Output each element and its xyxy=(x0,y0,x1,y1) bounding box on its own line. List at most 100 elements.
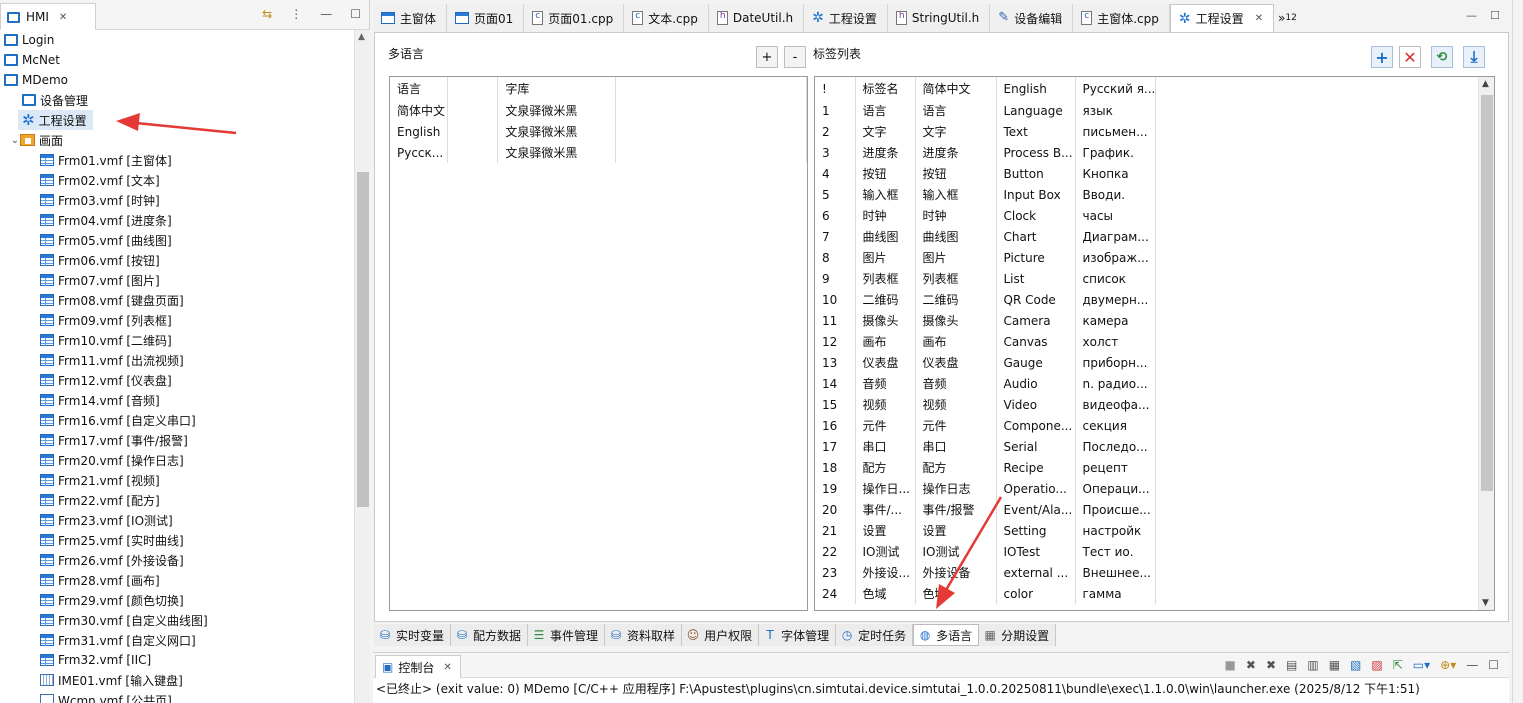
tree-item[interactable]: ⌄ 画面 xyxy=(0,130,63,150)
table-cell[interactable] xyxy=(615,121,807,142)
tree-item[interactable]: McNet xyxy=(0,50,60,70)
table-cell[interactable]: 9 xyxy=(815,268,856,289)
table-cell[interactable]: 按钮 xyxy=(915,163,997,184)
table-row[interactable]: 3 进度条 进度条 Process B... График. xyxy=(815,142,1483,163)
table-cell[interactable]: 外接设备 xyxy=(915,562,997,583)
maximize-icon[interactable]: ☐ xyxy=(1490,9,1500,22)
tree-item[interactable]: Frm07.vmf [图片] xyxy=(0,270,160,290)
bottom-tab[interactable]: ⛁ 资料取样 xyxy=(605,624,683,646)
tree-item[interactable]: Frm03.vmf [时钟] xyxy=(0,190,160,210)
table-cell[interactable]: настройк xyxy=(1075,520,1157,541)
table-row[interactable]: 16 元件 元件 Compone... секция xyxy=(815,415,1483,436)
table-cell[interactable]: 14 xyxy=(815,373,856,394)
tree-item[interactable]: Frm26.vmf [外接设备] xyxy=(0,550,184,570)
table-cell[interactable]: 列表框 xyxy=(855,268,916,289)
table-cell[interactable]: 元件 xyxy=(915,415,997,436)
table-cell[interactable] xyxy=(1155,373,1483,394)
table-cell[interactable]: IO测试 xyxy=(855,541,916,562)
editor-tab[interactable]: ✲ 工程设置 xyxy=(804,4,888,32)
table-cell[interactable]: Тест ио. xyxy=(1075,541,1157,562)
tree-item[interactable]: Frm11.vmf [出流视频] xyxy=(0,350,184,370)
table-cell[interactable]: Внешнее... xyxy=(1075,562,1157,583)
table-cell[interactable]: 设置 xyxy=(855,520,916,541)
table-cell[interactable] xyxy=(447,142,499,163)
table-row[interactable]: 23 外接设... 外接设备 external ... Внешнее... xyxy=(815,562,1483,583)
tree-item[interactable]: Frm04.vmf [进度条] xyxy=(0,210,172,230)
table-cell[interactable]: 文泉驿微米黑 xyxy=(497,142,617,163)
table-cell[interactable]: 操作日... xyxy=(855,478,916,499)
table-cell[interactable]: 文字 xyxy=(915,121,997,142)
table-cell[interactable]: Canvas xyxy=(996,331,1076,352)
table-cell[interactable]: 音频 xyxy=(915,373,997,394)
table-cell[interactable]: 6 xyxy=(815,205,856,226)
table-row[interactable]: 6 时钟 时钟 Clock часы xyxy=(815,205,1483,226)
table-row[interactable]: 13 仪表盘 仪表盘 Gauge приборн... xyxy=(815,352,1483,373)
table-cell[interactable]: Кнопка xyxy=(1075,163,1157,184)
table-cell[interactable]: 设置 xyxy=(915,520,997,541)
tree-item[interactable]: ✲ 工程设置 xyxy=(18,110,93,130)
tree-scrollbar[interactable]: ▲ xyxy=(354,30,370,703)
bottom-tab[interactable]: ◷ 定时任务 xyxy=(836,624,914,646)
table-row[interactable]: 5 输入框 输入框 Input Box Вводи. xyxy=(815,184,1483,205)
table-cell[interactable]: 20 xyxy=(815,499,856,520)
tree-item[interactable]: Frm32.vmf [IIC] xyxy=(0,650,151,670)
table-cell[interactable]: 15 xyxy=(815,394,856,415)
table-cell[interactable] xyxy=(1155,541,1483,562)
tree-item[interactable]: Frm09.vmf [列表框] xyxy=(0,310,172,330)
table-cell[interactable]: Serial xyxy=(996,436,1076,457)
table-cell[interactable]: 3 xyxy=(815,142,856,163)
minimize-icon[interactable]: — xyxy=(320,7,332,21)
remove-language-button[interactable]: - xyxy=(784,46,806,68)
tab-console[interactable]: ▣ 控制台 ✕ xyxy=(375,655,461,678)
table-cell[interactable]: 语言 xyxy=(855,100,916,121)
table-cell[interactable]: 色域 xyxy=(855,583,916,604)
show-on-error-icon[interactable]: ▨ xyxy=(1371,658,1382,672)
scroll-lock-icon[interactable]: ▥ xyxy=(1307,658,1318,672)
table-cell[interactable]: Picture xyxy=(996,247,1076,268)
table-cell[interactable]: Chart xyxy=(996,226,1076,247)
clear-console-icon[interactable]: ▤ xyxy=(1286,658,1297,672)
editor-tab[interactable]: 页面01.cpp xyxy=(524,4,625,32)
pin-console-icon[interactable]: ⇱ xyxy=(1393,658,1403,672)
table-row[interactable]: 19 操作日... 操作日志 Operatio... Операци... xyxy=(815,478,1483,499)
table-cell[interactable]: Language xyxy=(996,100,1076,121)
scroll-up-icon[interactable]: ▲ xyxy=(358,32,365,42)
table-cell[interactable]: холст xyxy=(1075,331,1157,352)
table-cell[interactable]: 简体中文 xyxy=(390,100,449,121)
tree-item[interactable]: Wcmn.vmf [公共页] xyxy=(0,690,172,703)
table-cell[interactable]: 进度条 xyxy=(915,142,997,163)
tree-item[interactable]: Frm12.vmf [仪表盘] xyxy=(0,370,172,390)
minimize-icon[interactable]: — xyxy=(1466,9,1477,22)
table-cell[interactable]: 外接设... xyxy=(855,562,916,583)
add-label-button[interactable]: + xyxy=(1371,46,1393,68)
table-cell[interactable]: 音频 xyxy=(855,373,916,394)
table-cell[interactable] xyxy=(1155,268,1483,289)
table-cell[interactable]: 文字 xyxy=(855,121,916,142)
table-cell[interactable]: 图片 xyxy=(855,247,916,268)
table-cell[interactable]: 曲线图 xyxy=(855,226,916,247)
table-row[interactable]: 24 色域 色域 color гамма xyxy=(815,583,1483,604)
tree-item[interactable]: Frm01.vmf [主窗体] xyxy=(0,150,172,170)
table-cell[interactable] xyxy=(1155,184,1483,205)
close-icon[interactable]: ✕ xyxy=(1255,13,1263,24)
maximize-icon[interactable]: ☐ xyxy=(350,7,361,21)
table-cell[interactable]: Вводи. xyxy=(1075,184,1157,205)
table-row[interactable]: 21 设置 设置 Setting настройк xyxy=(815,520,1483,541)
table-cell[interactable]: 曲线图 xyxy=(915,226,997,247)
table-cell[interactable]: QR Code xyxy=(996,289,1076,310)
table-row[interactable]: 10 二维码 二维码 QR Code двумерн... xyxy=(815,289,1483,310)
table-cell[interactable]: Process B... xyxy=(996,142,1076,163)
bottom-tab[interactable]: ☰ 事件管理 xyxy=(528,624,606,646)
tree-item[interactable]: Frm21.vmf [视频] xyxy=(0,470,160,490)
table-cell[interactable] xyxy=(1155,457,1483,478)
table-cell[interactable]: 按钮 xyxy=(855,163,916,184)
table-row[interactable]: 2 文字 文字 Text письмен... xyxy=(815,121,1483,142)
import-button[interactable]: ⟲ xyxy=(1431,46,1453,68)
tree-item[interactable]: Frm30.vmf [自定义曲线图] xyxy=(0,610,208,630)
table-cell[interactable]: 8 xyxy=(815,247,856,268)
tree-item[interactable]: Frm17.vmf [事件/报警] xyxy=(0,430,188,450)
table-cell[interactable]: external ... xyxy=(996,562,1076,583)
table-cell[interactable]: часы xyxy=(1075,205,1157,226)
table-cell[interactable]: 事件/... xyxy=(855,499,916,520)
editor-tab[interactable]: 主窗体.cpp xyxy=(1073,4,1170,32)
